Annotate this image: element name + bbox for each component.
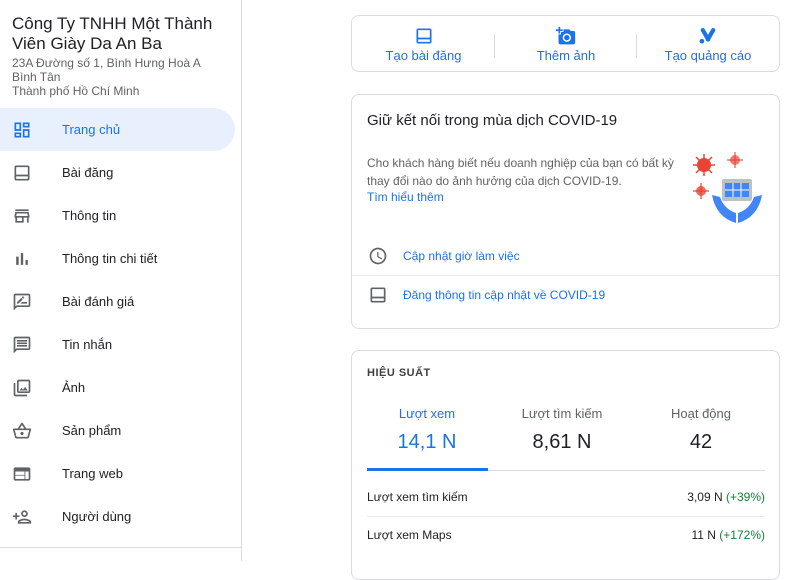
business-name: Công Ty TNHH Một Thành Viên Giày Da An B… bbox=[12, 14, 213, 53]
create-ad-label: Tạo quảng cáo bbox=[664, 48, 752, 63]
sidebar-item-label: Trang web bbox=[62, 466, 123, 481]
active-tab-indicator bbox=[367, 468, 488, 471]
sidebar-item-label: Bài đánh giá bbox=[62, 294, 135, 309]
address-line: Thành phố Hồ Chí Minh bbox=[12, 84, 140, 98]
covid-card: Giữ kết nối trong mùa dịch COVID-19 Cho … bbox=[351, 94, 780, 329]
covid-illustration bbox=[693, 152, 762, 223]
stat-label: Lượt xem tìm kiếm bbox=[367, 490, 468, 504]
post-icon bbox=[14, 165, 30, 181]
business-address: 23A Đường số 1, Bình Hưng Hoà A Bình Tân… bbox=[12, 56, 237, 98]
tab-searches[interactable]: Lượt tìm kiếm 8,61 N bbox=[502, 391, 622, 471]
sidebar-item-products[interactable]: Sản phẩm bbox=[0, 409, 242, 452]
quick-actions-card: Tạo bài đăng Thêm ảnh Tạo quảng cáo bbox=[351, 15, 780, 72]
google-ads-icon bbox=[699, 27, 716, 44]
stat-change: (+39%) bbox=[725, 490, 765, 504]
person-add-icon bbox=[12, 510, 32, 524]
tab-activity[interactable]: Hoạt động 42 bbox=[641, 391, 761, 471]
tab-value: 8,61 N bbox=[532, 431, 592, 453]
covid-title: Giữ kết nối trong mùa dịch COVID-19 bbox=[367, 112, 618, 129]
address-line: Bình Tân bbox=[12, 70, 61, 84]
tab-value: 42 bbox=[689, 431, 713, 453]
sidebar-item-reviews[interactable]: Bài đánh giá bbox=[0, 280, 242, 323]
sidebar-item-label: Người dùng bbox=[62, 509, 132, 524]
stat-value: 11 N (+172%) bbox=[691, 528, 765, 542]
post-icon bbox=[370, 287, 386, 303]
tab-views[interactable]: Lượt xem 14,1 N bbox=[367, 391, 487, 471]
sidebar-item-label: Thông tin chi tiết bbox=[62, 251, 158, 266]
create-ad-button[interactable]: Tạo quảng cáo bbox=[637, 16, 779, 73]
update-hours-row[interactable]: Cập nhật giờ làm việc bbox=[352, 237, 779, 275]
add-photo-icon bbox=[556, 26, 576, 45]
sidebar-item-photos[interactable]: Ảnh bbox=[0, 366, 242, 409]
post-covid-update-row[interactable]: Đăng thông tin cập nhật về COVID-19 bbox=[352, 276, 779, 314]
tab-value: 14,1 N bbox=[397, 431, 457, 453]
covid-description: Cho khách hàng biết nếu doanh nghiệp của… bbox=[367, 156, 674, 188]
post-covid-update-link[interactable]: Đăng thông tin cập nhật về COVID-19 bbox=[403, 288, 605, 302]
sidebar-item-label: Trang chủ bbox=[62, 122, 121, 137]
tab-label: Lượt xem bbox=[398, 406, 456, 421]
sidebar-divider bbox=[0, 547, 242, 548]
store-icon bbox=[14, 209, 30, 223]
sidebar-item-label: Ảnh bbox=[62, 380, 86, 395]
sidebar-nav: Trang chủ Bài đăng Thông tin Thông tin c… bbox=[0, 108, 242, 538]
add-photo-label: Thêm ảnh bbox=[536, 48, 596, 63]
sidebar-item-label: Thông tin bbox=[62, 208, 117, 223]
performance-card: HIỆU SUẤT Lượt xem 14,1 N Lượt tìm kiếm … bbox=[351, 350, 780, 580]
sidebar-item-home[interactable]: Trang chủ bbox=[0, 108, 235, 151]
update-hours-link[interactable]: Cập nhật giờ làm việc bbox=[403, 249, 520, 263]
sidebar-item-posts[interactable]: Bài đăng bbox=[0, 151, 242, 194]
stat-row: Lượt xem Maps 11 N (+172%) bbox=[367, 516, 765, 554]
tab-label: Lượt tìm kiếm bbox=[521, 406, 603, 421]
sidebar-item-label: Bài đăng bbox=[62, 165, 114, 180]
add-photo-button[interactable]: Thêm ảnh bbox=[495, 16, 637, 73]
stat-value: 3,09 N (+39%) bbox=[687, 490, 765, 504]
post-icon bbox=[416, 28, 431, 44]
basket-icon bbox=[12, 422, 32, 439]
stat-label: Lượt xem Maps bbox=[367, 528, 452, 542]
stat-number: 3,09 N bbox=[687, 490, 723, 504]
dashboard-icon bbox=[14, 122, 30, 138]
create-post-label: Tạo bài đăng bbox=[385, 48, 462, 63]
stat-change: (+172%) bbox=[719, 528, 765, 542]
sidebar-item-label: Tin nhắn bbox=[62, 337, 113, 352]
sidebar: Công Ty TNHH Một Thành Viên Giày Da An B… bbox=[0, 0, 242, 561]
performance-title: HIỆU SUẤT bbox=[367, 367, 431, 379]
rate-review-icon bbox=[13, 293, 31, 311]
stat-row: Lượt xem tìm kiếm 3,09 N (+39%) bbox=[367, 478, 765, 516]
sidebar-item-messages[interactable]: Tin nhắn bbox=[0, 323, 242, 366]
web-icon bbox=[13, 467, 31, 481]
sidebar-item-info[interactable]: Thông tin bbox=[0, 194, 242, 237]
tab-label: Hoạt động bbox=[671, 406, 731, 421]
stat-number: 11 N bbox=[691, 528, 716, 542]
bar-chart-icon bbox=[16, 253, 28, 265]
create-post-button[interactable]: Tạo bài đăng bbox=[352, 16, 495, 73]
sidebar-item-label: Sản phẩm bbox=[62, 423, 122, 438]
sidebar-item-website[interactable]: Trang web bbox=[0, 452, 242, 495]
sidebar-item-insights[interactable]: Thông tin chi tiết bbox=[0, 237, 242, 280]
address-line: 23A Đường số 1, Bình Hưng Hoà A bbox=[12, 56, 201, 70]
learn-more-link[interactable]: Tìm hiểu thêm bbox=[367, 190, 444, 204]
clock-icon bbox=[369, 247, 387, 265]
message-icon bbox=[13, 336, 31, 354]
sidebar-item-users[interactable]: Người dùng bbox=[0, 495, 242, 538]
photo-library-icon bbox=[13, 379, 31, 397]
